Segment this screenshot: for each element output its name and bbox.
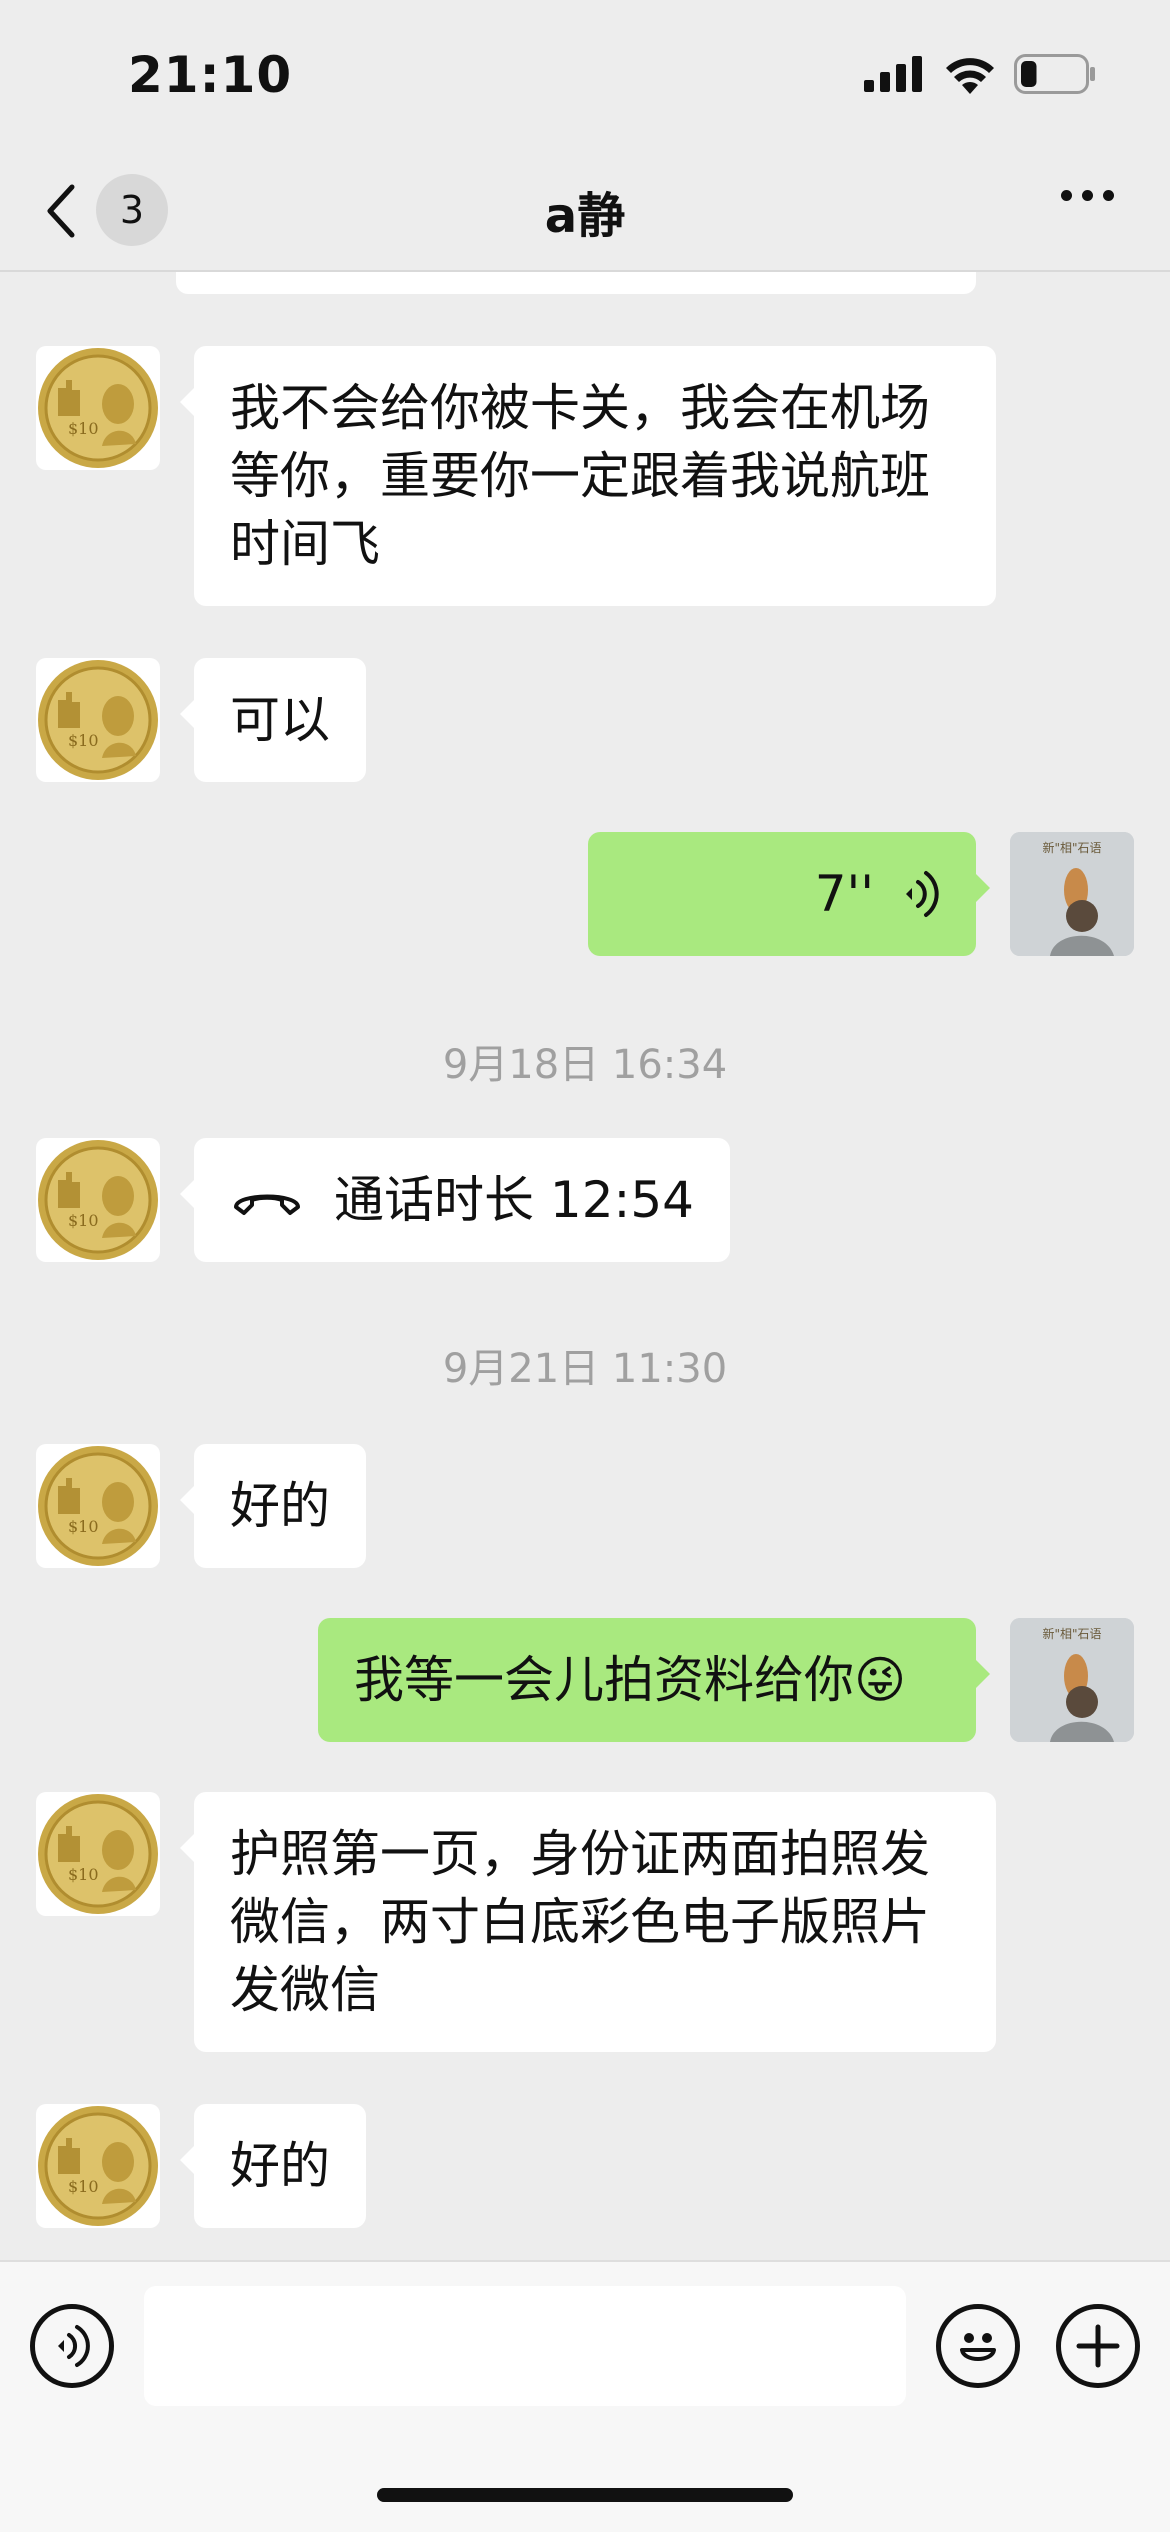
coin-avatar-icon: $10 <box>38 348 158 468</box>
message-bubble-incoming[interactable]: 可以 <box>180 658 366 782</box>
voice-wave-icon <box>906 871 939 917</box>
message-list[interactable]: $10 我不会给你被卡关，我会在机场等你，重要你一定跟着我说航班时间飞 $10 … <box>0 272 1170 2260</box>
user-photo-avatar: 新"相"石语 <box>1010 1618 1134 1742</box>
user-photo-avatar: 新"相"石语 <box>1010 832 1134 956</box>
contact-avatar[interactable]: $10 <box>36 1444 160 1568</box>
avatar-caption: 新"相"石语 <box>1042 1626 1101 1641</box>
my-avatar[interactable]: 新"相"石语 <box>1010 832 1134 956</box>
contact-avatar[interactable]: $10 <box>36 346 160 470</box>
message-input[interactable] <box>144 2286 906 2406</box>
message-bubble-incoming[interactable]: 护照第一页，身份证两面拍照发微信，两寸白底彩色电子版照片发微信 <box>180 1792 996 2052</box>
coin-avatar-icon: $10 <box>38 1446 158 1566</box>
message-text: 我不会给你被卡关，我会在机场等你，重要你一定跟着我说航班时间飞 <box>230 379 930 573</box>
chat-title: a静 <box>544 188 626 244</box>
emoji-button[interactable] <box>936 2304 1020 2388</box>
timestamp: 9月21日 11:30 <box>442 1346 728 1392</box>
coin-avatar-icon: $10 <box>38 660 158 780</box>
voice-input-button[interactable] <box>30 2304 114 2388</box>
svg-text:$10: $10 <box>68 1865 99 1884</box>
my-avatar[interactable]: 新"相"石语 <box>1010 1618 1134 1742</box>
voice-message-bubble[interactable]: 7'' <box>588 832 990 956</box>
more-icon-dot <box>1082 190 1093 201</box>
svg-text:$10: $10 <box>68 731 99 750</box>
message-text: 好的 <box>230 2137 330 2195</box>
svg-text:$10: $10 <box>68 1517 99 1536</box>
more-icon-dot <box>1103 190 1114 201</box>
message-bubble-incoming[interactable]: 好的 <box>180 1444 366 1568</box>
contact-avatar[interactable]: $10 <box>36 658 160 782</box>
message-text: 可以 <box>230 691 330 749</box>
avatar-caption: 新"相"石语 <box>1042 840 1101 855</box>
message-text: 我等一会儿拍资料给你😜 <box>354 1651 907 1709</box>
contact-avatar[interactable]: $10 <box>36 2104 160 2228</box>
signal-icon <box>864 56 922 92</box>
battery-icon <box>1014 54 1095 94</box>
svg-text:$10: $10 <box>68 2177 99 2196</box>
message-text: 护照第一页，身份证两面拍照发微信，两寸白底彩色电子版照片发微信 <box>230 1825 930 2019</box>
wifi-icon <box>946 58 994 94</box>
contact-avatar[interactable]: $10 <box>36 1138 160 1262</box>
message-text: 好的 <box>230 1477 330 1535</box>
voice-duration: 7'' <box>814 865 874 923</box>
svg-text:$10: $10 <box>68 419 99 438</box>
message-bubble-incoming[interactable]: 我不会给你被卡关，我会在机场等你，重要你一定跟着我说航班时间飞 <box>180 346 996 606</box>
more-icon-dot <box>1061 190 1072 201</box>
call-record-bubble[interactable]: 通话时长 12:54 <box>180 1138 730 1262</box>
message-bubble-incoming[interactable]: 好的 <box>180 2104 366 2228</box>
coin-avatar-icon: $10 <box>38 1140 158 1260</box>
call-duration-text: 通话时长 12:54 <box>334 1171 694 1229</box>
emoji-icon <box>960 2333 996 2361</box>
chat-header: 3 a静 <box>0 150 1170 272</box>
coin-avatar-icon: $10 <box>38 1794 158 1914</box>
coin-avatar-icon: $10 <box>38 2106 158 2226</box>
more-actions-button[interactable] <box>1056 2304 1140 2388</box>
more-options-button[interactable] <box>1061 190 1114 201</box>
partial-message-bubble <box>176 272 976 294</box>
voice-input-icon <box>58 2325 90 2367</box>
timestamp: 9月18日 16:34 <box>442 1042 728 1088</box>
status-time: 21:10 <box>128 46 293 104</box>
status-bar: 21:10 <box>0 0 1170 150</box>
contact-avatar[interactable]: $10 <box>36 1792 160 1916</box>
svg-text:$10: $10 <box>68 1211 99 1230</box>
home-indicator[interactable] <box>377 2488 793 2502</box>
message-bubble-outgoing[interactable]: 我等一会儿拍资料给你😜 <box>318 1618 990 1742</box>
status-icons <box>864 54 1096 94</box>
plus-icon <box>1076 2324 1120 2368</box>
phone-hangup-icon <box>234 1194 300 1215</box>
